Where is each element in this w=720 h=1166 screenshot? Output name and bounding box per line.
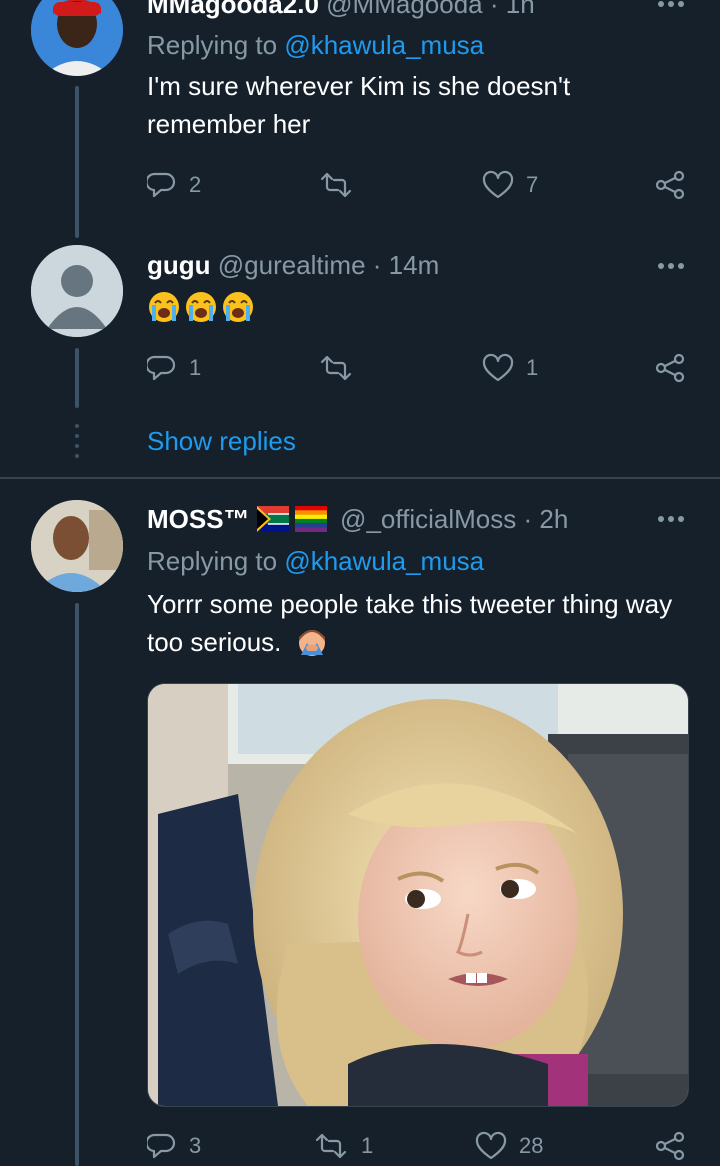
loudly-crying-face-icon	[147, 290, 255, 324]
like-count: 7	[526, 172, 539, 197]
display-name[interactable]: MMagooda2.0	[147, 0, 319, 19]
like-button[interactable]: 7	[482, 168, 538, 202]
reply-button[interactable]: 3	[147, 1129, 201, 1163]
share-icon	[655, 353, 685, 383]
avatar-photo	[31, 0, 123, 76]
like-count: 28	[519, 1133, 544, 1158]
timestamp[interactable]: · 1h	[490, 0, 535, 19]
tweet-text	[147, 290, 259, 324]
handle[interactable]: @_officialMoss	[340, 504, 516, 534]
rainbow-flag-icon	[294, 506, 327, 533]
reply-count: 1	[189, 355, 202, 380]
avatar-photo	[31, 500, 123, 592]
avatar[interactable]	[31, 0, 123, 76]
retweet-icon	[315, 1133, 347, 1159]
reply-count: 3	[189, 1133, 202, 1158]
reply-button[interactable]: 2	[147, 168, 201, 202]
like-button[interactable]: 1	[482, 351, 538, 385]
avatar[interactable]	[31, 245, 123, 337]
more-icon[interactable]	[658, 515, 684, 523]
reply-count: 2	[189, 172, 202, 197]
retweet-icon	[320, 172, 352, 198]
more-icon[interactable]	[658, 262, 684, 270]
display-name[interactable]: MOSS™	[147, 504, 250, 534]
show-replies-link[interactable]: Show replies	[147, 425, 296, 457]
more-icon[interactable]	[658, 0, 684, 8]
share-button[interactable]	[655, 351, 685, 385]
retweet-button[interactable]	[318, 351, 354, 385]
reply-button[interactable]: 1	[147, 351, 201, 385]
heart-icon	[482, 353, 514, 382]
share-icon	[655, 170, 685, 200]
share-button[interactable]	[655, 168, 685, 202]
tweet-header: MOSS™ @_officialMoss · 2h	[147, 503, 568, 535]
replying-to: Replying to @khawula_musa	[147, 29, 484, 61]
retweet-button[interactable]	[318, 168, 354, 202]
timestamp[interactable]: · 14m	[373, 250, 439, 280]
thread-line	[75, 348, 79, 408]
tweet-text-body: Yorrr some people take this tweeter thin…	[147, 589, 673, 657]
handle[interactable]: @gurealtime	[218, 250, 366, 280]
tweet-header: MMagooda2.0 @MMagooda · 1h	[147, 0, 535, 20]
tweet-text: Yorrr some people take this tweeter thin…	[147, 585, 677, 661]
share-icon	[655, 1131, 685, 1161]
thread-line	[75, 603, 79, 1166]
display-name[interactable]: gugu	[147, 250, 211, 280]
replying-to: Replying to @khawula_musa	[147, 545, 484, 577]
reply-icon	[147, 172, 176, 198]
like-count: 1	[526, 355, 539, 380]
flag-icons	[256, 506, 327, 533]
tweet-text: I'm sure wherever Kim is she doesn't rem…	[147, 71, 571, 139]
retweet-count: 1	[361, 1133, 374, 1158]
heart-icon	[482, 170, 514, 199]
mention-link[interactable]: @khawula_musa	[284, 30, 484, 60]
retweet-icon	[320, 355, 352, 381]
handle[interactable]: @MMagooda	[326, 0, 482, 19]
south-africa-flag-icon	[256, 506, 289, 533]
tweet-media[interactable]	[147, 683, 689, 1107]
reply-icon	[147, 355, 176, 381]
retweet-button[interactable]: 1	[313, 1129, 373, 1163]
reply-icon	[147, 1133, 176, 1159]
thread-dots	[75, 424, 79, 458]
tweet-header: gugu @gurealtime · 14m	[147, 249, 439, 281]
heart-icon	[475, 1131, 507, 1160]
replying-label: Replying to	[147, 30, 278, 60]
mention-link[interactable]: @khawula_musa	[284, 546, 484, 576]
timestamp[interactable]: · 2h	[523, 504, 568, 534]
like-button[interactable]: 28	[475, 1129, 543, 1163]
share-button[interactable]	[655, 1129, 685, 1163]
divider	[0, 477, 720, 479]
child-side-eye-photo	[148, 684, 688, 1106]
person-facepalming-icon	[298, 630, 325, 657]
thread-line	[75, 86, 79, 238]
default-avatar-icon	[31, 245, 123, 337]
replying-label: Replying to	[147, 546, 278, 576]
avatar[interactable]	[31, 500, 123, 592]
